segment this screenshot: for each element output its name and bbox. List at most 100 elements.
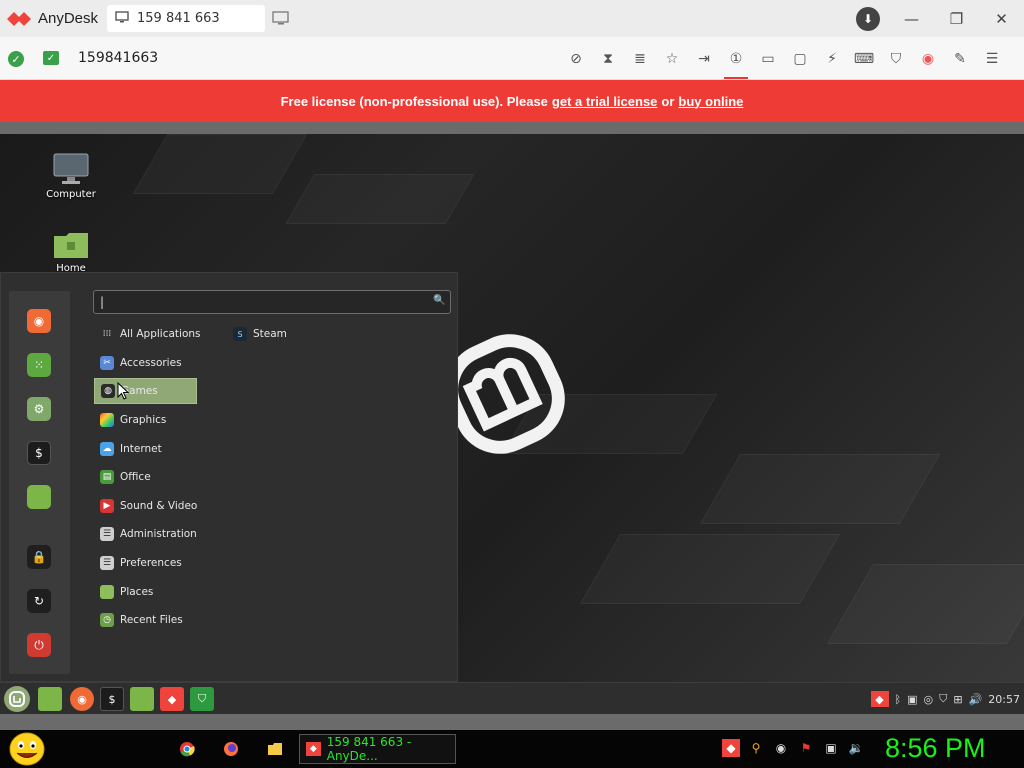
star-icon[interactable]: ☆	[656, 45, 688, 73]
accessories-icon: ✂	[100, 356, 114, 370]
mint-menu-button[interactable]	[4, 686, 30, 712]
app-steam[interactable]: S Steam	[233, 327, 287, 341]
bluetooth-icon[interactable]: ᛒ	[895, 693, 902, 706]
session-toolbar: ⊘ ⧗ ≣ ☆ ⇥ ① ▭ ▢ ⚡ ⌨ ⛉ ◉ ✎ ☰	[560, 45, 1008, 79]
software-manager-icon[interactable]: ⁙	[27, 353, 51, 377]
panel-folder-icon[interactable]	[130, 687, 154, 711]
panel-firefox-icon[interactable]: ◉	[70, 687, 94, 711]
panel-files-icon[interactable]	[38, 687, 62, 711]
hourglass-icon[interactable]: ⧗	[592, 45, 624, 73]
display-icon[interactable]: ▭	[752, 45, 784, 73]
clipboard-icon[interactable]: ▣	[907, 693, 917, 706]
category-office[interactable]: ▤ Office	[94, 464, 197, 490]
address-field[interactable]: 159841663	[78, 50, 158, 66]
notifications-icon[interactable]: ◎	[924, 693, 934, 706]
close-button[interactable]: ✕	[979, 0, 1024, 37]
file-explorer-icon[interactable]	[265, 739, 285, 759]
volume-icon[interactable]: 🔊	[969, 693, 983, 706]
windows-tray: ◆ ⚲ ◉ ⚑ ▣ 🔉	[722, 739, 865, 757]
anydesk-titlebar: AnyDesk 159 841 663 ⬇ — ❐ ✕	[0, 0, 1024, 37]
mint-logo-icon	[9, 691, 25, 707]
power-icon[interactable]: ⏻	[27, 633, 51, 657]
windows-taskbar: ◆ 159 841 663 - AnyDe... ◆ ⚲ ◉ ⚑ ▣ 🔉 8:5…	[0, 730, 1024, 768]
network-monitor-icon[interactable]: ▣	[822, 739, 840, 757]
category-administration[interactable]: ☰ Administration	[94, 521, 197, 547]
panel-shield-icon[interactable]: ⛉	[190, 687, 214, 711]
logout-icon[interactable]: ↻	[27, 589, 51, 613]
privacy-icon[interactable]: ⊘	[560, 45, 592, 73]
category-graphics[interactable]: Graphics	[94, 407, 197, 433]
chat-icon[interactable]: ▢	[784, 45, 816, 73]
actions-lightning-icon[interactable]: ⚡	[816, 45, 848, 73]
keyboard-icon[interactable]: ⌨	[848, 45, 880, 73]
panel-anydesk-icon[interactable]: ◆	[160, 687, 184, 711]
menu-search-input[interactable]: |	[93, 290, 451, 314]
files-folder-icon[interactable]	[27, 485, 51, 509]
restore-button[interactable]: ❐	[934, 0, 979, 37]
administration-icon: ☰	[100, 527, 114, 541]
speaker-icon[interactable]: 🔉	[847, 739, 865, 757]
category-all-applications[interactable]: ⁞⁞⁞ All Applications	[94, 321, 201, 347]
games-controller-icon: ◍	[101, 384, 115, 398]
update-shield-icon[interactable]: ⛉	[939, 692, 947, 706]
firefox-icon[interactable]: ◉	[27, 309, 51, 333]
network-icon[interactable]: ⊞	[953, 693, 962, 706]
address-bar: ✓ ✓ 159841663 ⊘ ⧗ ≣ ☆ ⇥ ① ▭ ▢ ⚡ ⌨ ⛉ ◉ ✎ …	[0, 37, 1024, 80]
terminal-icon[interactable]: $	[27, 441, 51, 465]
viewport-top-border	[0, 122, 1024, 134]
panel-clock[interactable]: 20:57	[988, 693, 1020, 706]
download-button[interactable]: ⬇	[856, 7, 880, 31]
hamburger-menu-icon[interactable]: ☰	[976, 45, 1008, 73]
grid-icon: ⁞⁞⁞	[102, 329, 112, 339]
preferences-icon: ☰	[100, 556, 114, 570]
lock-screen-icon[interactable]: 🔒	[27, 545, 51, 569]
pen-icon[interactable]: ✎	[944, 45, 976, 73]
wallpaper-tile	[699, 454, 941, 524]
anydesk-task-button[interactable]: ◆ 159 841 663 - AnyDe...	[299, 734, 456, 764]
category-places[interactable]: Places	[94, 579, 197, 605]
tray-anydesk-icon[interactable]: ◆	[870, 691, 889, 707]
chrome-icon[interactable]	[177, 739, 197, 759]
steam-icon: S	[233, 327, 247, 341]
sound-video-play-icon: ▶	[100, 499, 114, 513]
desktop-icon-home[interactable]: Home	[31, 230, 111, 274]
category-internet[interactable]: ☁ Internet	[94, 436, 197, 462]
windows-clock[interactable]: 8:56 PM	[885, 733, 986, 764]
license-banner: Free license (non-professional use). Ple…	[0, 80, 1024, 122]
window-controls: — ❐ ✕	[889, 0, 1024, 37]
search-icon: 🔍	[433, 295, 446, 306]
permissions-shield-icon[interactable]: ⛉	[880, 45, 912, 73]
trial-license-link[interactable]: get a trial license	[552, 94, 658, 109]
action-center-flag-icon[interactable]: ⚑	[797, 739, 815, 757]
record-icon[interactable]: ◉	[912, 45, 944, 73]
wallpaper-tile	[826, 564, 1024, 644]
home-folder-icon	[54, 233, 88, 258]
file-transfer-icon[interactable]: ⇥	[688, 45, 720, 73]
remote-desktop[interactable]: Computer Home ◉ ⁙ ⚙ $ 🔒 ↻ ⏻ | 🔍 ⁞⁞⁞ All …	[0, 134, 1024, 716]
panel-terminal-icon[interactable]: $	[100, 687, 124, 711]
office-icon: ▤	[100, 470, 114, 484]
viewport-bottom-border	[0, 714, 1024, 730]
connected-check-icon: ✓	[8, 51, 24, 67]
category-accessories[interactable]: ✂ Accessories	[94, 350, 197, 376]
buy-online-link[interactable]: buy online	[678, 94, 743, 109]
desktop-icon-computer[interactable]: Computer	[31, 152, 111, 200]
smiley-start-icon[interactable]	[8, 732, 46, 766]
graphics-icon	[100, 413, 114, 427]
session-tab[interactable]: 159 841 663	[107, 5, 265, 32]
new-tab-button[interactable]	[272, 10, 290, 30]
tray-anydesk-icon[interactable]: ◆	[722, 739, 740, 757]
magnifier-icon[interactable]: ⚲	[747, 739, 765, 757]
database-icon[interactable]: ≣	[624, 45, 656, 73]
category-preferences[interactable]: ☰ Preferences	[94, 550, 197, 576]
minimize-button[interactable]: —	[889, 0, 934, 37]
display-one-icon[interactable]: ①	[720, 45, 752, 79]
category-label: Recent Files	[120, 614, 183, 626]
chat-bubble-icon[interactable]: ◉	[772, 739, 790, 757]
category-sound-video[interactable]: ▶ Sound & Video	[94, 493, 197, 519]
category-games[interactable]: ◍ Games	[94, 378, 197, 404]
desktop-icon-label: Computer	[46, 189, 96, 200]
category-recent-files[interactable]: ◷ Recent Files	[94, 607, 197, 633]
system-settings-icon[interactable]: ⚙	[27, 397, 51, 421]
firefox-taskbar-icon[interactable]	[221, 739, 241, 759]
